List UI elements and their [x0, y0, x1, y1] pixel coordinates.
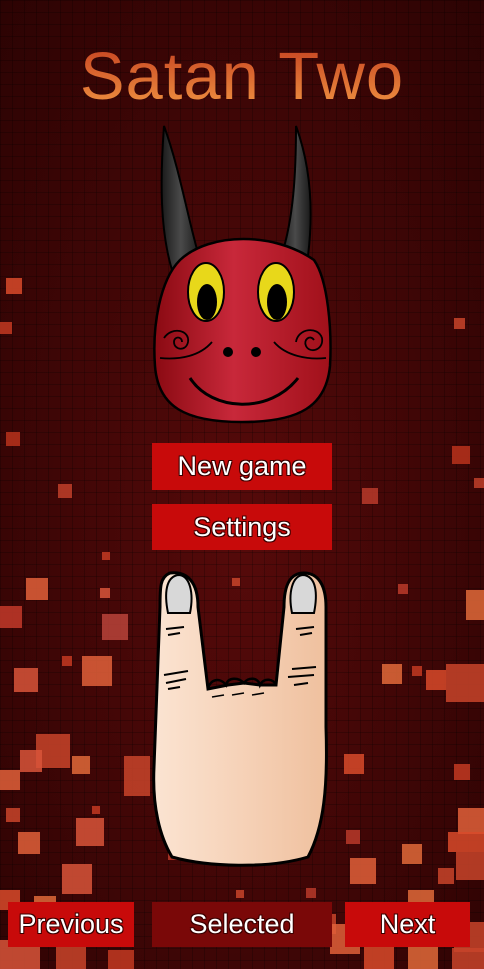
ember-particle: [102, 552, 110, 560]
ember-particle: [62, 864, 92, 894]
selected-button[interactable]: Selected: [152, 902, 332, 947]
ember-particle: [452, 948, 484, 969]
ember-particle: [346, 830, 360, 844]
ember-particle: [474, 478, 484, 488]
ember-particle: [18, 832, 40, 854]
ember-particle: [452, 446, 470, 464]
ember-particle: [82, 656, 112, 686]
ember-particle: [426, 670, 446, 690]
ember-particle: [108, 950, 134, 969]
ember-particle: [26, 578, 48, 600]
ember-particle: [6, 278, 22, 294]
new-game-button[interactable]: New game: [152, 443, 332, 490]
ember-particle: [398, 584, 408, 594]
ember-particle: [0, 606, 22, 628]
horns-hand-icon: [152, 571, 328, 867]
ember-particle: [20, 750, 42, 772]
next-button[interactable]: Next: [345, 902, 470, 947]
ember-particle: [306, 888, 316, 898]
ember-particle: [14, 668, 38, 692]
ember-particle: [76, 818, 104, 846]
previous-button[interactable]: Previous: [8, 902, 134, 947]
ember-particle: [100, 588, 110, 598]
ember-particle: [402, 844, 422, 864]
ember-particle: [6, 432, 20, 446]
ember-particle: [362, 488, 378, 504]
ember-particle: [458, 808, 484, 834]
ember-particle: [124, 756, 150, 796]
ember-particle: [350, 858, 376, 884]
ember-particle: [102, 614, 128, 640]
ember-particle: [62, 656, 72, 666]
settings-button[interactable]: Settings: [152, 504, 332, 550]
ember-particle: [72, 756, 90, 774]
ember-particle: [456, 852, 484, 880]
ember-particle: [408, 946, 438, 969]
ember-particle: [0, 770, 20, 790]
ember-particle: [412, 666, 422, 676]
devil-mask-icon: [153, 125, 332, 424]
game-menu-screen: Satan Two New game Settings Previous Sel…: [0, 0, 484, 969]
ember-particle: [92, 806, 100, 814]
ember-particle: [0, 322, 12, 334]
ember-particle: [382, 664, 402, 684]
ember-particle: [6, 808, 20, 822]
ember-particle: [438, 868, 454, 884]
ember-particle: [448, 832, 484, 852]
ember-particle: [236, 890, 244, 898]
ember-particle: [454, 318, 465, 329]
game-title: Satan Two: [0, 38, 484, 115]
ember-particle: [446, 664, 484, 702]
ember-particle: [454, 764, 470, 780]
ember-particle: [466, 590, 484, 620]
ember-particle: [344, 754, 364, 774]
ember-particle: [58, 484, 72, 498]
